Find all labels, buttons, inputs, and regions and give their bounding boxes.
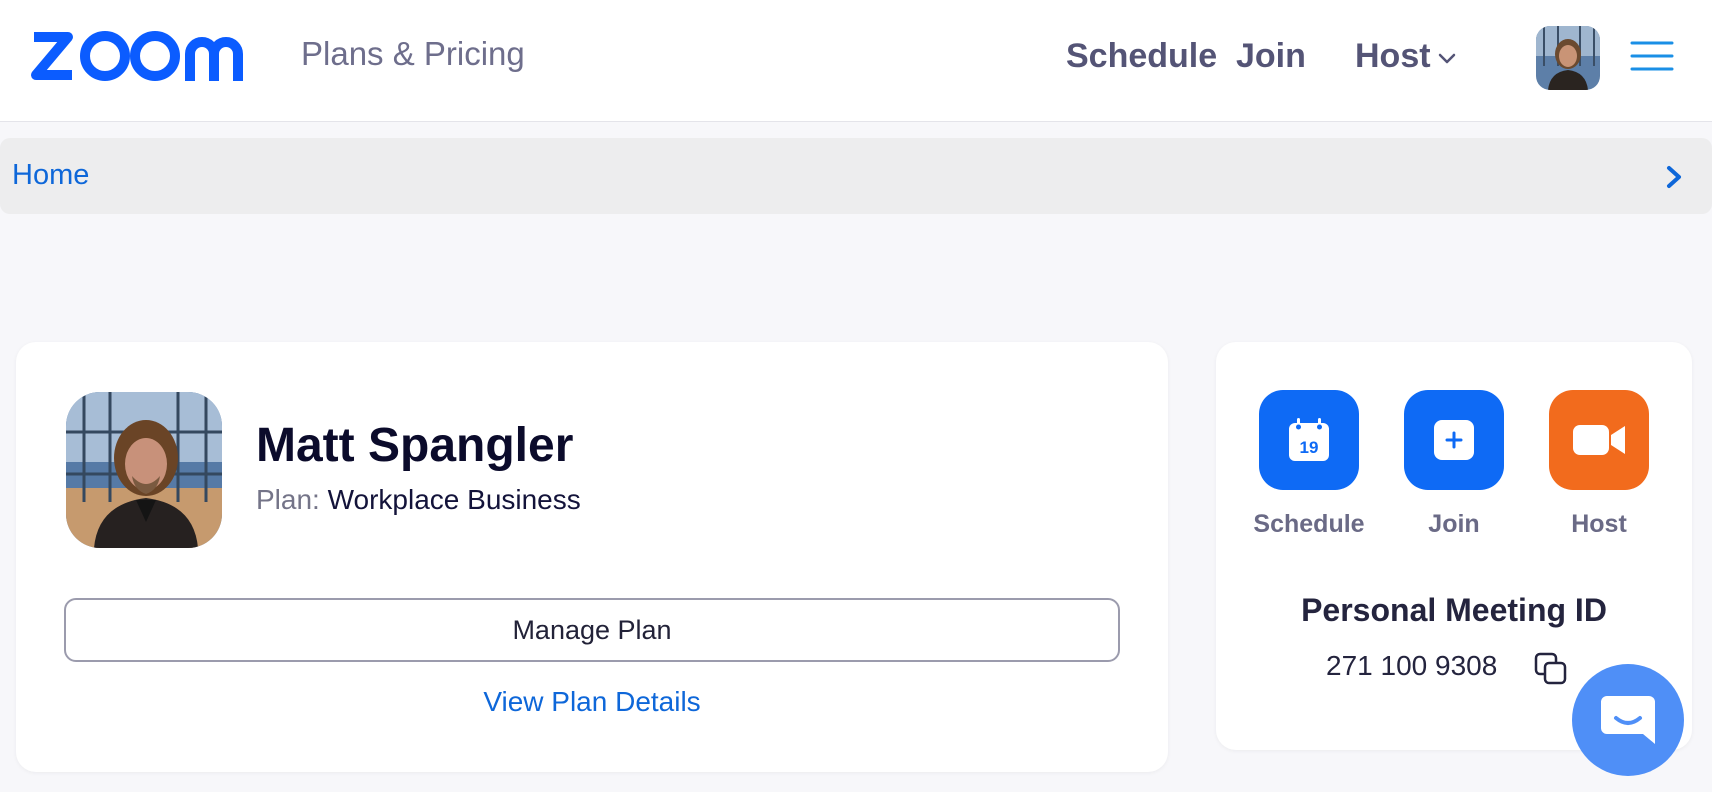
personal-meeting-id-value: 271 100 9308 — [1326, 650, 1498, 681]
host-action-label: Host — [1571, 510, 1627, 538]
chevron-down-icon[interactable] — [1437, 51, 1457, 65]
video-camera-icon — [1573, 425, 1625, 455]
copy-icon[interactable] — [1534, 652, 1568, 686]
host-action-button[interactable]: Host — [1534, 390, 1664, 539]
host-tile[interactable] — [1549, 390, 1649, 490]
calendar-icon: 19 — [1289, 418, 1329, 461]
personal-meeting-id-title: Personal Meeting ID — [1301, 592, 1607, 628]
plus-icon — [1434, 420, 1474, 460]
view-plan-details-link[interactable]: View Plan Details — [16, 686, 1168, 718]
calendar-day: 19 — [1300, 438, 1319, 457]
schedule-tile[interactable]: 19 — [1259, 390, 1359, 490]
nav-schedule-link[interactable]: Schedule — [1066, 37, 1217, 76]
hamburger-menu-icon[interactable] — [1630, 40, 1674, 72]
profile-card: Matt Spangler Plan: Workplace Business M… — [16, 342, 1168, 772]
nav-join-link[interactable]: Join — [1236, 37, 1306, 76]
manage-plan-button[interactable]: Manage Plan — [64, 598, 1120, 662]
plan-line: Plan: Workplace Business — [256, 484, 581, 516]
chat-support-button[interactable] — [1572, 664, 1684, 776]
join-tile[interactable] — [1404, 390, 1504, 490]
join-action-label: Join — [1428, 510, 1480, 538]
chat-icon — [1601, 696, 1655, 744]
breadcrumb-home-link[interactable]: Home — [12, 159, 89, 192]
user-avatar-large[interactable] — [66, 392, 222, 548]
plan-label: Plan: — [256, 484, 320, 515]
nav-host-dropdown[interactable]: Host — [1355, 37, 1431, 76]
schedule-action-label: Schedule — [1253, 510, 1365, 538]
breadcrumb: Home — [0, 138, 1712, 214]
user-name: Matt Spangler — [256, 419, 574, 472]
plan-value: Workplace Business — [327, 484, 581, 515]
user-photo-icon — [1536, 26, 1600, 90]
chevron-right-icon[interactable] — [1662, 164, 1686, 190]
schedule-action-button[interactable]: 19 Schedule — [1244, 390, 1374, 539]
join-action-button[interactable]: Join — [1389, 390, 1519, 539]
user-avatar-small[interactable] — [1536, 26, 1600, 90]
zoom-logo-icon — [31, 31, 243, 81]
top-navigation-bar: Plans & Pricing Schedule Join Host — [0, 0, 1712, 122]
user-photo-icon — [66, 392, 222, 548]
plans-pricing-link[interactable]: Plans & Pricing — [301, 35, 525, 73]
zoom-logo[interactable] — [30, 26, 252, 86]
